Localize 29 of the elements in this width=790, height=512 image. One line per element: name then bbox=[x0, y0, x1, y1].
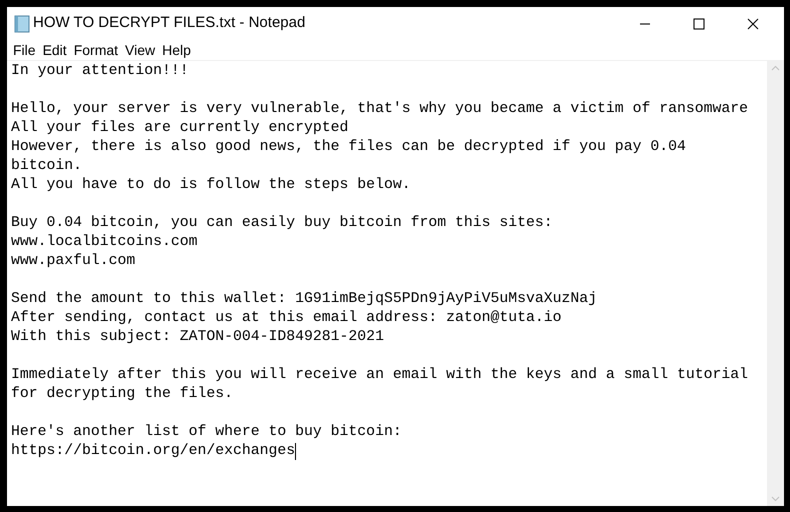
text-line: With this subject: ZATON-004-ID849281-2021 bbox=[11, 328, 384, 347]
menu-item[interactable]: File bbox=[10, 40, 39, 60]
scroll-up-icon[interactable] bbox=[771, 65, 780, 71]
scroll-down-icon[interactable] bbox=[771, 496, 780, 502]
text-line: In your attention!!! bbox=[11, 62, 189, 81]
window-title: HOW TO DECRYPT FILES.txt - Notepad bbox=[33, 13, 306, 34]
menu-item[interactable]: Format bbox=[70, 40, 122, 60]
text-line: for decrypting the files. bbox=[11, 385, 233, 404]
text-line: After sending, contact us at this email address: zaton@tuta.io bbox=[11, 309, 562, 328]
text-line: Here's another list of where to buy bitcoin: bbox=[11, 423, 402, 442]
text-line: www.paxful.com bbox=[11, 252, 136, 271]
menu-item[interactable]: Edit bbox=[40, 40, 70, 60]
maximize-icon bbox=[693, 18, 705, 30]
text-line: Hello, your server is very vulnerable, that's why you became a victim of ransomware bbox=[11, 100, 748, 119]
text-line: Buy 0.04 bitcoin, you can easily buy bitcoin from this sites: bbox=[11, 214, 553, 233]
text-line: All you have to do is follow the steps below. bbox=[11, 176, 411, 195]
text-line: Send the amount to this wallet: 1G91imBejqS5PDn9jAyPiV5uMsvaXuzNaj bbox=[11, 290, 598, 309]
text-line: However, there is also good news, the files can be decrypted if you pay 0.04 bbox=[11, 138, 686, 157]
close-icon bbox=[747, 18, 759, 30]
text-line: www.localbitcoins.com bbox=[11, 233, 198, 252]
notepad-icon bbox=[14, 14, 30, 32]
menu-item[interactable]: Help bbox=[159, 40, 194, 60]
text-line: All your files are currently encrypted bbox=[11, 119, 348, 138]
text-line: https://bitcoin.org/en/exchanges bbox=[11, 442, 296, 461]
menu-item[interactable]: View bbox=[122, 40, 158, 60]
vertical-scrollbar[interactable] bbox=[767, 61, 784, 506]
text-cursor bbox=[295, 443, 296, 460]
text-line: bitcoin. bbox=[11, 157, 82, 176]
text-line: Immediately after this you will receive an email with the keys and a small tutorial bbox=[11, 366, 748, 385]
